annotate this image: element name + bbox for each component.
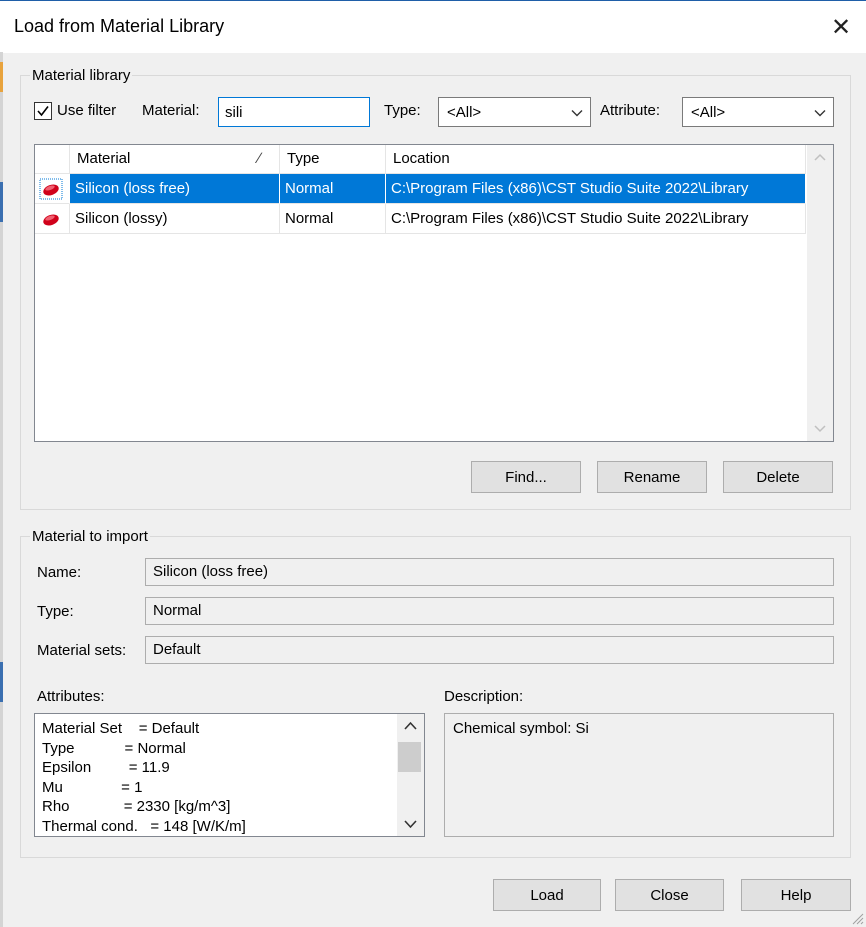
attribute-line: Thermal cond. = 148 [W/K/m] bbox=[42, 817, 246, 835]
name-field: Silicon (loss free) bbox=[145, 558, 834, 586]
attributes-textarea[interactable]: Material Set = Default Type = Normal Eps… bbox=[34, 713, 425, 837]
rename-button[interactable]: Rename bbox=[597, 461, 707, 493]
material-library-label: Material library bbox=[30, 67, 133, 84]
row-material: Silicon (lossy) bbox=[70, 204, 280, 234]
use-filter-label: Use filter bbox=[57, 102, 117, 119]
close-icon[interactable]: ✕ bbox=[826, 12, 856, 42]
attribute-filter-label: Attribute: bbox=[600, 102, 661, 119]
type-label: Type: bbox=[37, 603, 74, 620]
material-brick-icon bbox=[43, 214, 59, 226]
material-icon-cell bbox=[35, 174, 70, 204]
scroll-down-icon[interactable] bbox=[807, 415, 833, 441]
resize-grip-icon[interactable] bbox=[850, 911, 864, 925]
material-list[interactable]: Material ∕ Type Location Silicon (loss f… bbox=[34, 144, 834, 442]
type-filter-select[interactable]: <All> bbox=[438, 97, 591, 127]
material-sets-field: Default bbox=[145, 636, 834, 664]
material-to-import-label: Material to import bbox=[30, 528, 150, 545]
scroll-down-icon[interactable] bbox=[397, 812, 424, 836]
help-button[interactable]: Help bbox=[741, 879, 851, 911]
attribute-line: Epsilon = 11.9 bbox=[42, 759, 170, 776]
material-sets-label: Material sets: bbox=[37, 642, 127, 659]
row-location: C:\Program Files (x86)\CST Studio Suite … bbox=[386, 174, 806, 204]
scroll-up-icon[interactable] bbox=[807, 145, 833, 171]
description-field: Chemical symbol: Si bbox=[444, 713, 834, 837]
description-label: Description: bbox=[444, 688, 524, 705]
type-filter-label: Type: bbox=[384, 102, 421, 119]
load-button[interactable]: Load bbox=[493, 879, 601, 911]
scroll-up-icon[interactable] bbox=[397, 714, 424, 738]
close-button[interactable]: Close bbox=[615, 879, 724, 911]
type-field: Normal bbox=[145, 597, 834, 625]
column-header-icon[interactable] bbox=[35, 145, 70, 173]
list-header: Material ∕ Type Location bbox=[35, 145, 806, 174]
name-label: Name: bbox=[37, 564, 82, 581]
use-filter-checkbox[interactable] bbox=[34, 102, 52, 120]
window-title: Load from Material Library bbox=[14, 16, 225, 36]
attribute-filter-value: <All> bbox=[691, 103, 726, 121]
attributes-content: Material Set = Default Type = Normal Eps… bbox=[42, 719, 397, 836]
attributes-scrollbar[interactable] bbox=[397, 714, 424, 836]
column-header-material[interactable]: Material ∕ bbox=[70, 145, 280, 173]
row-type: Normal bbox=[280, 204, 386, 234]
chevron-down-icon bbox=[571, 110, 583, 117]
attribute-line: Type = Normal bbox=[42, 739, 186, 757]
column-header-type[interactable]: Type bbox=[280, 145, 386, 173]
chevron-down-icon bbox=[814, 110, 826, 117]
scroll-thumb[interactable] bbox=[398, 742, 421, 772]
material-filter-label: Material: bbox=[142, 102, 200, 119]
sort-indicator-icon: ∕ bbox=[258, 150, 261, 167]
table-row[interactable]: Silicon (lossy) Normal C:\Program Files … bbox=[35, 204, 806, 234]
attribute-filter-select[interactable]: <All> bbox=[682, 97, 834, 127]
row-material: Silicon (loss free) bbox=[70, 174, 280, 204]
column-header-location-label: Location bbox=[393, 150, 450, 167]
attributes-label: Attributes: bbox=[37, 688, 105, 705]
column-header-material-label: Material bbox=[77, 150, 131, 167]
type-filter-value: <All> bbox=[447, 103, 482, 121]
material-filter-input[interactable] bbox=[218, 97, 370, 127]
attribute-line: Rho = 2330 [kg/m^3] bbox=[42, 798, 231, 815]
delete-button[interactable]: Delete bbox=[723, 461, 833, 493]
material-icon-cell bbox=[35, 204, 70, 234]
table-row[interactable]: Silicon (loss free) Normal C:\Program Fi… bbox=[35, 174, 806, 204]
background-window-edge bbox=[0, 52, 3, 927]
attribute-line: Material Set = Default bbox=[42, 720, 200, 737]
row-location: C:\Program Files (x86)\CST Studio Suite … bbox=[386, 204, 806, 234]
attribute-line: Mu = 1 bbox=[42, 778, 143, 796]
list-scrollbar[interactable] bbox=[807, 145, 833, 441]
find-button[interactable]: Find... bbox=[471, 461, 581, 493]
row-type: Normal bbox=[280, 174, 386, 204]
column-header-location[interactable]: Location bbox=[386, 145, 806, 173]
material-brick-icon bbox=[39, 178, 63, 200]
column-header-type-label: Type bbox=[287, 150, 320, 167]
description-text: Chemical symbol: Si bbox=[453, 720, 589, 737]
